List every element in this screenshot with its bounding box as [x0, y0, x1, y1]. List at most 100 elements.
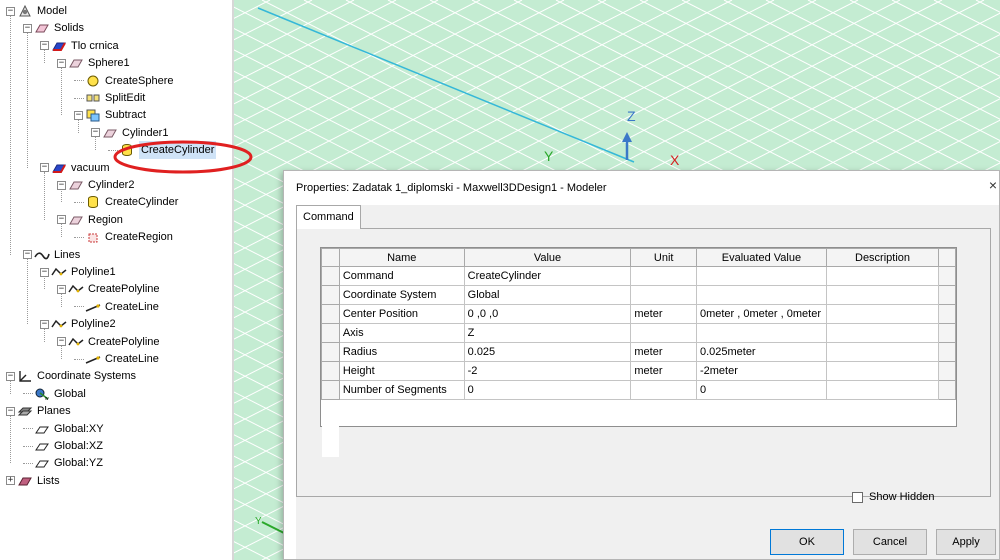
- cell-unit[interactable]: [630, 266, 697, 286]
- row-header[interactable]: [321, 266, 340, 286]
- cell-evaluated[interactable]: [695, 323, 827, 343]
- collapse-toggle-icon[interactable]: −: [57, 58, 66, 68]
- collapse-toggle-icon[interactable]: −: [40, 163, 49, 173]
- collapse-toggle-icon[interactable]: −: [23, 23, 32, 33]
- table-row[interactable]: Coordinate System Global: [321, 285, 956, 305]
- column-header-name[interactable]: Name: [338, 248, 465, 267]
- table-row[interactable]: Axis Z: [321, 323, 956, 343]
- table-row[interactable]: Height -2 meter -2meter: [321, 361, 956, 381]
- cell-evaluated[interactable]: 0meter , 0meter , 0meter: [695, 304, 827, 324]
- cell-unit[interactable]: [630, 285, 697, 305]
- model-tree-panel[interactable]: − Model − Solids − Tlo crnica − Sphere1 CreateSp…: [0, 0, 232, 560]
- show-hidden-checkbox[interactable]: Show Hidden: [852, 491, 934, 503]
- tree-item-planes[interactable]: − Planes: [6, 402, 71, 420]
- row-header[interactable]: [321, 437, 340, 457]
- column-header-value[interactable]: Value: [463, 248, 632, 267]
- collapse-toggle-icon[interactable]: −: [57, 215, 66, 225]
- cell-evaluated[interactable]: [695, 266, 827, 286]
- checkbox-box[interactable]: [852, 491, 863, 503]
- cell-description[interactable]: [825, 361, 940, 381]
- cell-value[interactable]: CreateCylinder: [463, 266, 632, 286]
- collapse-toggle-icon[interactable]: −: [57, 180, 66, 190]
- apply-button[interactable]: Apply: [936, 529, 996, 555]
- tree-item-cylinder1[interactable]: − Cylinder1: [91, 124, 168, 142]
- cell-name[interactable]: Command: [338, 266, 465, 286]
- row-header[interactable]: [321, 361, 340, 381]
- tree-item-global-xy[interactable]: Global:XY: [23, 420, 104, 438]
- tree-item-global[interactable]: w Global: [23, 385, 86, 403]
- tree-item-createcylinder[interactable]: CreateCylinder: [108, 141, 217, 160]
- cell-evaluated[interactable]: [695, 285, 827, 305]
- collapse-toggle-icon[interactable]: −: [57, 337, 66, 347]
- tree-item-model[interactable]: − Model: [6, 2, 67, 20]
- collapse-toggle-icon[interactable]: −: [6, 371, 15, 381]
- tab-command[interactable]: Command: [296, 205, 361, 229]
- cell-value[interactable]: Global: [463, 285, 632, 305]
- cell-name[interactable]: Axis: [338, 323, 465, 343]
- cell-value[interactable]: 0: [463, 380, 632, 400]
- cell-evaluated[interactable]: 0: [695, 380, 827, 400]
- cell-name[interactable]: Coordinate System: [338, 285, 465, 305]
- cell-unit[interactable]: meter: [630, 361, 697, 381]
- collapse-toggle-icon[interactable]: −: [91, 128, 100, 138]
- cell-name[interactable]: Number of Segments: [338, 380, 465, 400]
- tree-item-lines[interactable]: − Lines: [23, 246, 80, 264]
- properties-dialog[interactable]: Properties: Zadatak 1_diplomski - Maxwel…: [283, 170, 1000, 560]
- table-row[interactable]: [321, 418, 956, 438]
- cell-description[interactable]: [825, 266, 940, 286]
- tree-item-createline[interactable]: CreateLine: [74, 350, 159, 368]
- row-header[interactable]: [321, 304, 340, 324]
- column-header-description[interactable]: Description: [825, 248, 940, 267]
- column-header-evaluated-value[interactable]: Evaluated Value: [695, 248, 827, 267]
- row-header[interactable]: [321, 342, 340, 362]
- collapse-toggle-icon[interactable]: −: [40, 41, 49, 51]
- cell-description[interactable]: [825, 285, 940, 305]
- row-header[interactable]: [321, 399, 340, 419]
- tree-item-polyline1[interactable]: − Polyline1: [40, 263, 116, 281]
- expand-toggle-icon[interactable]: +: [6, 476, 15, 486]
- collapse-toggle-icon[interactable]: −: [40, 267, 49, 277]
- cell-description[interactable]: [825, 323, 940, 343]
- cell-value[interactable]: 0 ,0 ,0: [463, 304, 632, 324]
- cell-unit[interactable]: [630, 323, 697, 343]
- collapse-toggle-icon[interactable]: −: [23, 250, 32, 260]
- cell-unit[interactable]: [630, 380, 697, 400]
- table-row[interactable]: Number of Segments 0 0: [321, 380, 956, 400]
- cell-name[interactable]: Center Position: [338, 304, 465, 324]
- tree-item-tlo-crnica[interactable]: − Tlo crnica: [40, 37, 119, 55]
- cell-description[interactable]: [825, 380, 940, 400]
- table-row[interactable]: [321, 399, 956, 419]
- collapse-toggle-icon[interactable]: −: [57, 284, 66, 294]
- cell-description[interactable]: [825, 304, 940, 324]
- row-header[interactable]: [321, 285, 340, 305]
- cell-name[interactable]: Height: [338, 361, 465, 381]
- tree-item-createcylinder[interactable]: CreateCylinder: [74, 193, 178, 211]
- tree-item-vacuum[interactable]: − vacuum: [40, 159, 110, 177]
- tree-item-createpolyline[interactable]: − CreatePolyline: [57, 333, 160, 351]
- row-header[interactable]: [321, 380, 340, 400]
- tree-item-coordinate-systems[interactable]: − Coordinate Systems: [6, 367, 136, 385]
- tree-item-solids[interactable]: − Solids: [23, 19, 84, 37]
- tree-item-cylinder2[interactable]: − Cylinder2: [57, 176, 134, 194]
- cell-unit[interactable]: meter: [630, 342, 697, 362]
- tree-item-subtract[interactable]: − Subtract: [74, 106, 146, 124]
- tree-item-splitedit[interactable]: SplitEdit: [74, 89, 145, 107]
- table-row[interactable]: Center Position 0 ,0 ,0 meter 0meter , 0met…: [321, 304, 956, 324]
- tree-item-sphere1[interactable]: − Sphere1: [57, 54, 130, 72]
- tree-item-lists[interactable]: + Lists: [6, 472, 60, 490]
- cell-evaluated[interactable]: 0.025meter: [695, 342, 827, 362]
- tree-item-createsphere[interactable]: CreateSphere: [74, 72, 174, 90]
- tree-item-createpolyline[interactable]: − CreatePolyline: [57, 280, 160, 298]
- tree-item-global-yz[interactable]: Global:YZ: [23, 454, 103, 472]
- row-header[interactable]: [321, 323, 340, 343]
- collapse-toggle-icon[interactable]: −: [74, 110, 83, 120]
- tree-item-region[interactable]: − Region: [57, 211, 123, 229]
- tree-item-global-xz[interactable]: Global:XZ: [23, 437, 103, 455]
- table-row[interactable]: Radius 0.025 meter 0.025meter: [321, 342, 956, 362]
- cell-evaluated[interactable]: -2meter: [695, 361, 827, 381]
- cell-value[interactable]: Z: [463, 323, 632, 343]
- close-icon[interactable]: ×: [989, 177, 997, 193]
- row-header[interactable]: [321, 418, 340, 438]
- tree-item-createline[interactable]: CreateLine: [74, 298, 159, 316]
- cell-value[interactable]: -2: [463, 361, 632, 381]
